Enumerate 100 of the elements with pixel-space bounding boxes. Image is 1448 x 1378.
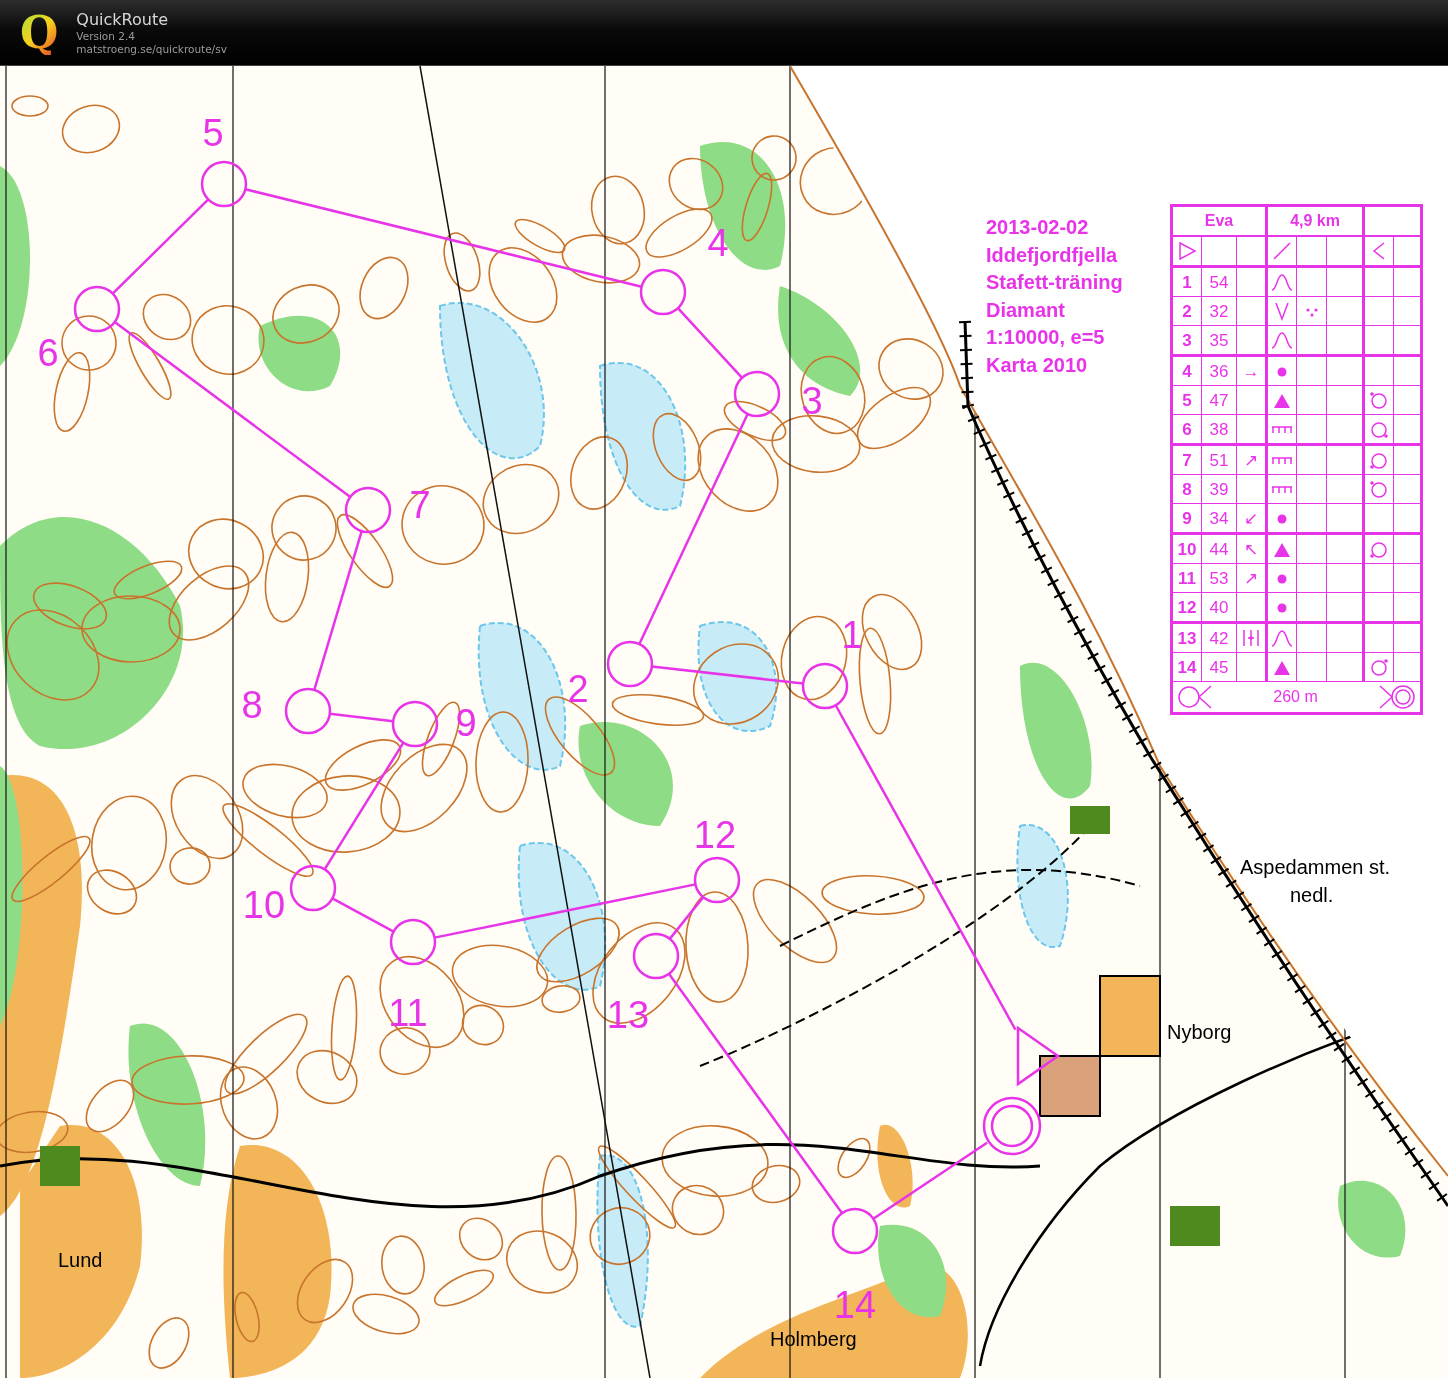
control-code: 47 xyxy=(1201,385,1237,415)
app-version: Version 2.4 xyxy=(76,29,136,43)
control-number-cell: 9 xyxy=(1171,503,1202,534)
triangle-icon xyxy=(1273,392,1291,409)
control-number: 4 xyxy=(707,222,729,265)
control-code: 44 xyxy=(1201,533,1237,564)
start-triangle xyxy=(1016,1025,1061,1087)
comb-icon xyxy=(1271,457,1293,465)
control-code: 32 xyxy=(1201,296,1237,326)
course-line xyxy=(677,307,743,379)
place-name: Aspedammen st. xyxy=(1240,856,1391,879)
direction-arrow: ↖ xyxy=(1244,539,1258,559)
direction-arrow: ↙ xyxy=(1244,508,1258,528)
control-code: 40 xyxy=(1201,592,1237,623)
control-number-cell: 7 xyxy=(1171,444,1202,475)
circle-dot-icon xyxy=(1368,656,1391,678)
building xyxy=(1039,1055,1101,1117)
control-circle xyxy=(200,160,248,208)
knoll-icon xyxy=(1271,628,1293,648)
course-info-line: Karta 2010 xyxy=(986,352,1089,378)
control-number: 1 xyxy=(841,614,863,657)
control-circle xyxy=(801,662,849,710)
contour-line xyxy=(0,1110,69,1154)
control-circle xyxy=(389,918,437,966)
app-url: matstroeng.se/quickroute/sv xyxy=(76,42,227,56)
building xyxy=(40,1146,80,1186)
control-number-cell: 4 xyxy=(1171,355,1202,386)
control-code: 34 xyxy=(1201,503,1237,534)
control-number: 7 xyxy=(409,484,431,527)
control-code: 35 xyxy=(1201,325,1237,356)
angle-icon xyxy=(1372,241,1387,261)
comb-icon xyxy=(1271,486,1293,494)
control-number-cell: 5 xyxy=(1171,385,1202,415)
building xyxy=(1170,1206,1220,1246)
place-name: Lund xyxy=(58,1249,103,1272)
triangle-icon xyxy=(1273,659,1291,676)
course-info-line: 2013-02-02 xyxy=(986,215,1090,240)
control-number-cell: 6 xyxy=(1171,414,1202,445)
comb-icon xyxy=(1271,426,1293,434)
course-length: 4,9 km xyxy=(1266,205,1364,236)
dot-icon xyxy=(1277,574,1287,584)
control-circle xyxy=(693,856,741,904)
direction-arrow: → xyxy=(1242,361,1260,381)
control-code: 54 xyxy=(1201,266,1237,297)
control-code: 45 xyxy=(1201,652,1237,682)
finish-circles xyxy=(982,1096,1042,1156)
control-number: 3 xyxy=(801,380,823,423)
control-number-cell: 3 xyxy=(1171,325,1202,356)
course-line xyxy=(329,712,394,723)
course-info-line: Iddefjordfjella xyxy=(986,242,1119,268)
control-circle xyxy=(284,687,332,735)
control-number: 2 xyxy=(567,668,589,711)
course-info-line: 1:10000, e=5 xyxy=(986,325,1106,350)
three-dots-icon xyxy=(1304,307,1319,317)
control-number: 10 xyxy=(242,884,286,927)
control-number: 14 xyxy=(833,1284,877,1327)
control-number-cell: 8 xyxy=(1171,474,1202,504)
slash-icon xyxy=(1272,241,1292,261)
control-circle xyxy=(289,864,337,912)
control-circle xyxy=(733,370,781,418)
direction-arrow: ↗ xyxy=(1244,450,1258,470)
circle-to-finish-icon xyxy=(1177,684,1213,710)
control-code: 36 xyxy=(1201,355,1237,386)
control-number-cell: 11 xyxy=(1171,563,1202,593)
control-circle xyxy=(831,1207,879,1255)
finish-circle-icon xyxy=(1378,684,1417,710)
control-number: 12 xyxy=(693,814,737,857)
building xyxy=(1070,806,1110,834)
place-name: Nyborg xyxy=(1167,1021,1232,1044)
control-code: 42 xyxy=(1201,622,1237,653)
control-code: 38 xyxy=(1201,414,1237,445)
course-info-line: Stafett-träning xyxy=(986,270,1123,295)
control-code: 39 xyxy=(1201,474,1237,504)
triangle-icon xyxy=(1273,541,1291,558)
place-name: nedl. xyxy=(1290,884,1334,907)
course-name: Eva xyxy=(1171,205,1267,236)
course-line xyxy=(331,897,395,933)
dot-icon xyxy=(1277,514,1287,524)
v-shape-icon xyxy=(1274,301,1290,321)
leg-distance: 260 m xyxy=(1273,689,1318,705)
control-number-cell: 1 xyxy=(1171,266,1202,297)
control-circle xyxy=(344,486,392,534)
dot-icon xyxy=(1277,367,1287,377)
control-number: 11 xyxy=(388,992,428,1035)
control-number: 5 xyxy=(202,112,224,155)
control-circle xyxy=(639,268,687,316)
knoll-icon xyxy=(1271,272,1293,292)
control-number-cell: 12 xyxy=(1171,592,1202,623)
direction-arrow: ↗ xyxy=(1244,568,1258,588)
control-number-cell: 14 xyxy=(1171,652,1202,682)
start-triangle-icon xyxy=(1177,241,1197,261)
control-code: 51 xyxy=(1201,444,1237,475)
control-number-cell: 10 xyxy=(1171,533,1202,564)
control-circle xyxy=(606,640,654,688)
dot-icon xyxy=(1277,603,1287,613)
course-info-line: Diamant xyxy=(986,297,1066,323)
control-code: 53 xyxy=(1201,563,1237,593)
between-icon xyxy=(1241,628,1261,648)
app-name: QuickRoute xyxy=(76,9,169,30)
control-number: 8 xyxy=(241,684,263,727)
